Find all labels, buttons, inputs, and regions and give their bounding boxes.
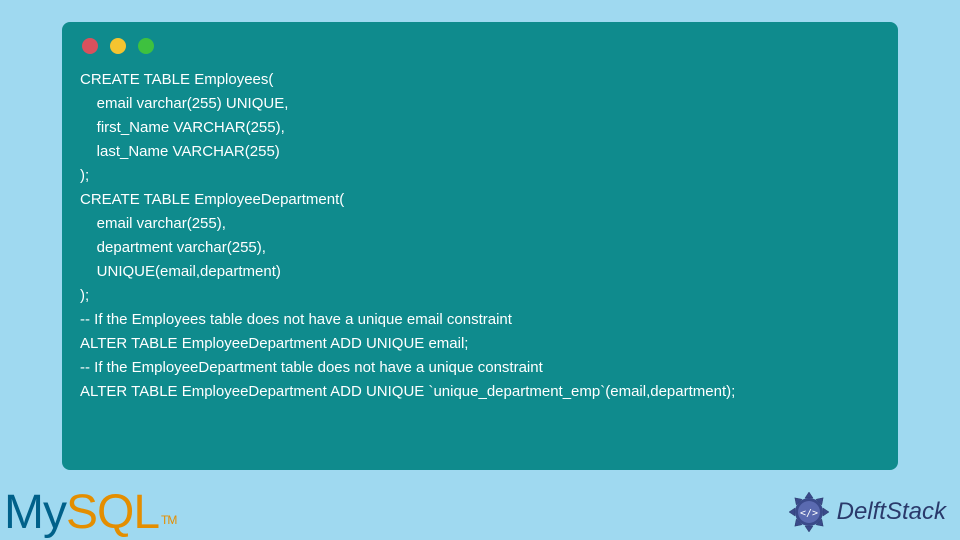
window-controls — [80, 38, 880, 54]
code-block: CREATE TABLE Employees( email varchar(25… — [80, 68, 880, 404]
svg-text:</>: </> — [800, 508, 818, 519]
mysql-logo: MySQLTM — [4, 485, 176, 540]
delftstack-gear-icon: </> — [787, 490, 831, 534]
mysql-my-text: My — [4, 485, 66, 540]
maximize-icon[interactable] — [138, 38, 154, 54]
mysql-sql-text: SQL — [66, 485, 159, 540]
code-window: CREATE TABLE Employees( email varchar(25… — [62, 22, 898, 470]
footer: MySQLTM </> — [0, 480, 960, 540]
minimize-icon[interactable] — [110, 38, 126, 54]
delftstack-logo: </> DelftStack — [787, 490, 946, 534]
delftstack-text: DelftStack — [837, 498, 946, 526]
mysql-tm-text: TM — [161, 513, 176, 527]
close-icon[interactable] — [82, 38, 98, 54]
